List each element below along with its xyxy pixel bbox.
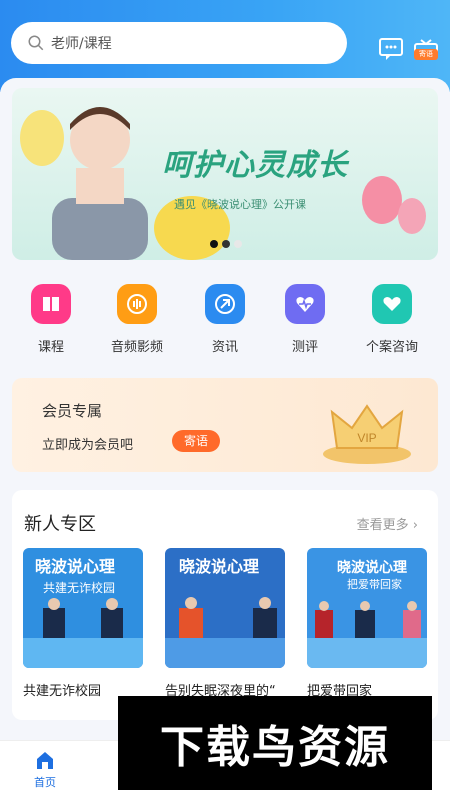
- vip-badge: VIP: [357, 431, 376, 445]
- news-icon: [205, 284, 245, 324]
- book-icon: [31, 284, 71, 324]
- audio-icon: [117, 284, 157, 324]
- carousel-dot[interactable]: [210, 240, 218, 248]
- nav-courses[interactable]: 课程: [16, 284, 86, 355]
- nav-audio-video[interactable]: 音频影频: [102, 284, 172, 355]
- vip-crown-icon: VIP: [323, 404, 411, 464]
- watermark: 下载鸟资源: [118, 696, 432, 790]
- banner[interactable]: 呵护心灵成长 遇见《晓波说心理》公开课: [12, 88, 438, 260]
- carousel-dot[interactable]: [222, 240, 230, 248]
- member-subtitle: 立即成为会员吧: [42, 438, 134, 453]
- thumbnail-text: 晓波说心理: [337, 559, 407, 575]
- banner-subtitle: 遇见《晓波说心理》公开课: [174, 198, 306, 211]
- member-title: 会员专属: [42, 402, 103, 420]
- nav-label: 测评: [291, 340, 318, 355]
- member-card[interactable]: 会员专属 立即成为会员吧 寄语 VIP: [12, 378, 438, 472]
- view-more-label: 查看更多: [356, 518, 409, 533]
- nav-consultation[interactable]: 个案咨询: [357, 284, 427, 355]
- banner-title: 呵护心灵成长: [162, 148, 348, 183]
- tab-label: 首页: [34, 776, 56, 789]
- section-title: 新人专区: [24, 514, 96, 535]
- thumbnail-image: 晓波说心理 共建无诈校园: [23, 548, 143, 668]
- heart-pulse-icon: [285, 284, 325, 324]
- video-thumbnail[interactable]: 晓波说心理 共建无诈校园: [23, 548, 143, 668]
- new-user-section: 新人专区 查看更多 › 晓波说心理 共建无诈校园 晓波说心理 晓波说心理 把爱带…: [12, 490, 438, 720]
- message-icon[interactable]: [378, 36, 404, 62]
- thumbnail-text: 晓波说心理: [179, 557, 259, 576]
- member-tag[interactable]: 寄语: [172, 430, 221, 452]
- nav-label: 个案咨询: [365, 340, 418, 355]
- nav-label: 资讯: [211, 340, 238, 355]
- video-thumbnail[interactable]: 晓波说心理: [165, 548, 285, 668]
- carousel-dot[interactable]: [234, 240, 242, 248]
- search-icon: [28, 35, 44, 51]
- thumbnail-text: 把爱带回家: [347, 577, 402, 591]
- gift-tag: 寄语: [414, 49, 438, 60]
- video-thumbnail[interactable]: 晓波说心理 把爱带回家: [307, 548, 427, 668]
- search-placeholder: 老师/课程: [51, 36, 112, 52]
- search-bar[interactable]: 老师/课程: [11, 22, 347, 64]
- thumbnail-image: 晓波说心理 把爱带回家: [307, 548, 427, 668]
- thumbnail-image: 晓波说心理: [165, 548, 285, 668]
- carousel-dots: [210, 240, 242, 248]
- nav-label: 音频影频: [110, 340, 163, 355]
- thumbnail-text: 晓波说心理: [35, 557, 115, 576]
- nav-assessment[interactable]: 测评: [270, 284, 340, 355]
- chevron-right-icon: ›: [412, 518, 418, 533]
- home-icon: [37, 752, 53, 769]
- view-more-link[interactable]: 查看更多 ›: [357, 514, 418, 533]
- consult-icon: [372, 284, 412, 324]
- thumbnail-text: 共建无诈校园: [43, 580, 115, 595]
- tab-home[interactable]: 首页: [15, 749, 75, 790]
- nav-label: 课程: [37, 340, 64, 355]
- nav-news[interactable]: 资讯: [190, 284, 260, 355]
